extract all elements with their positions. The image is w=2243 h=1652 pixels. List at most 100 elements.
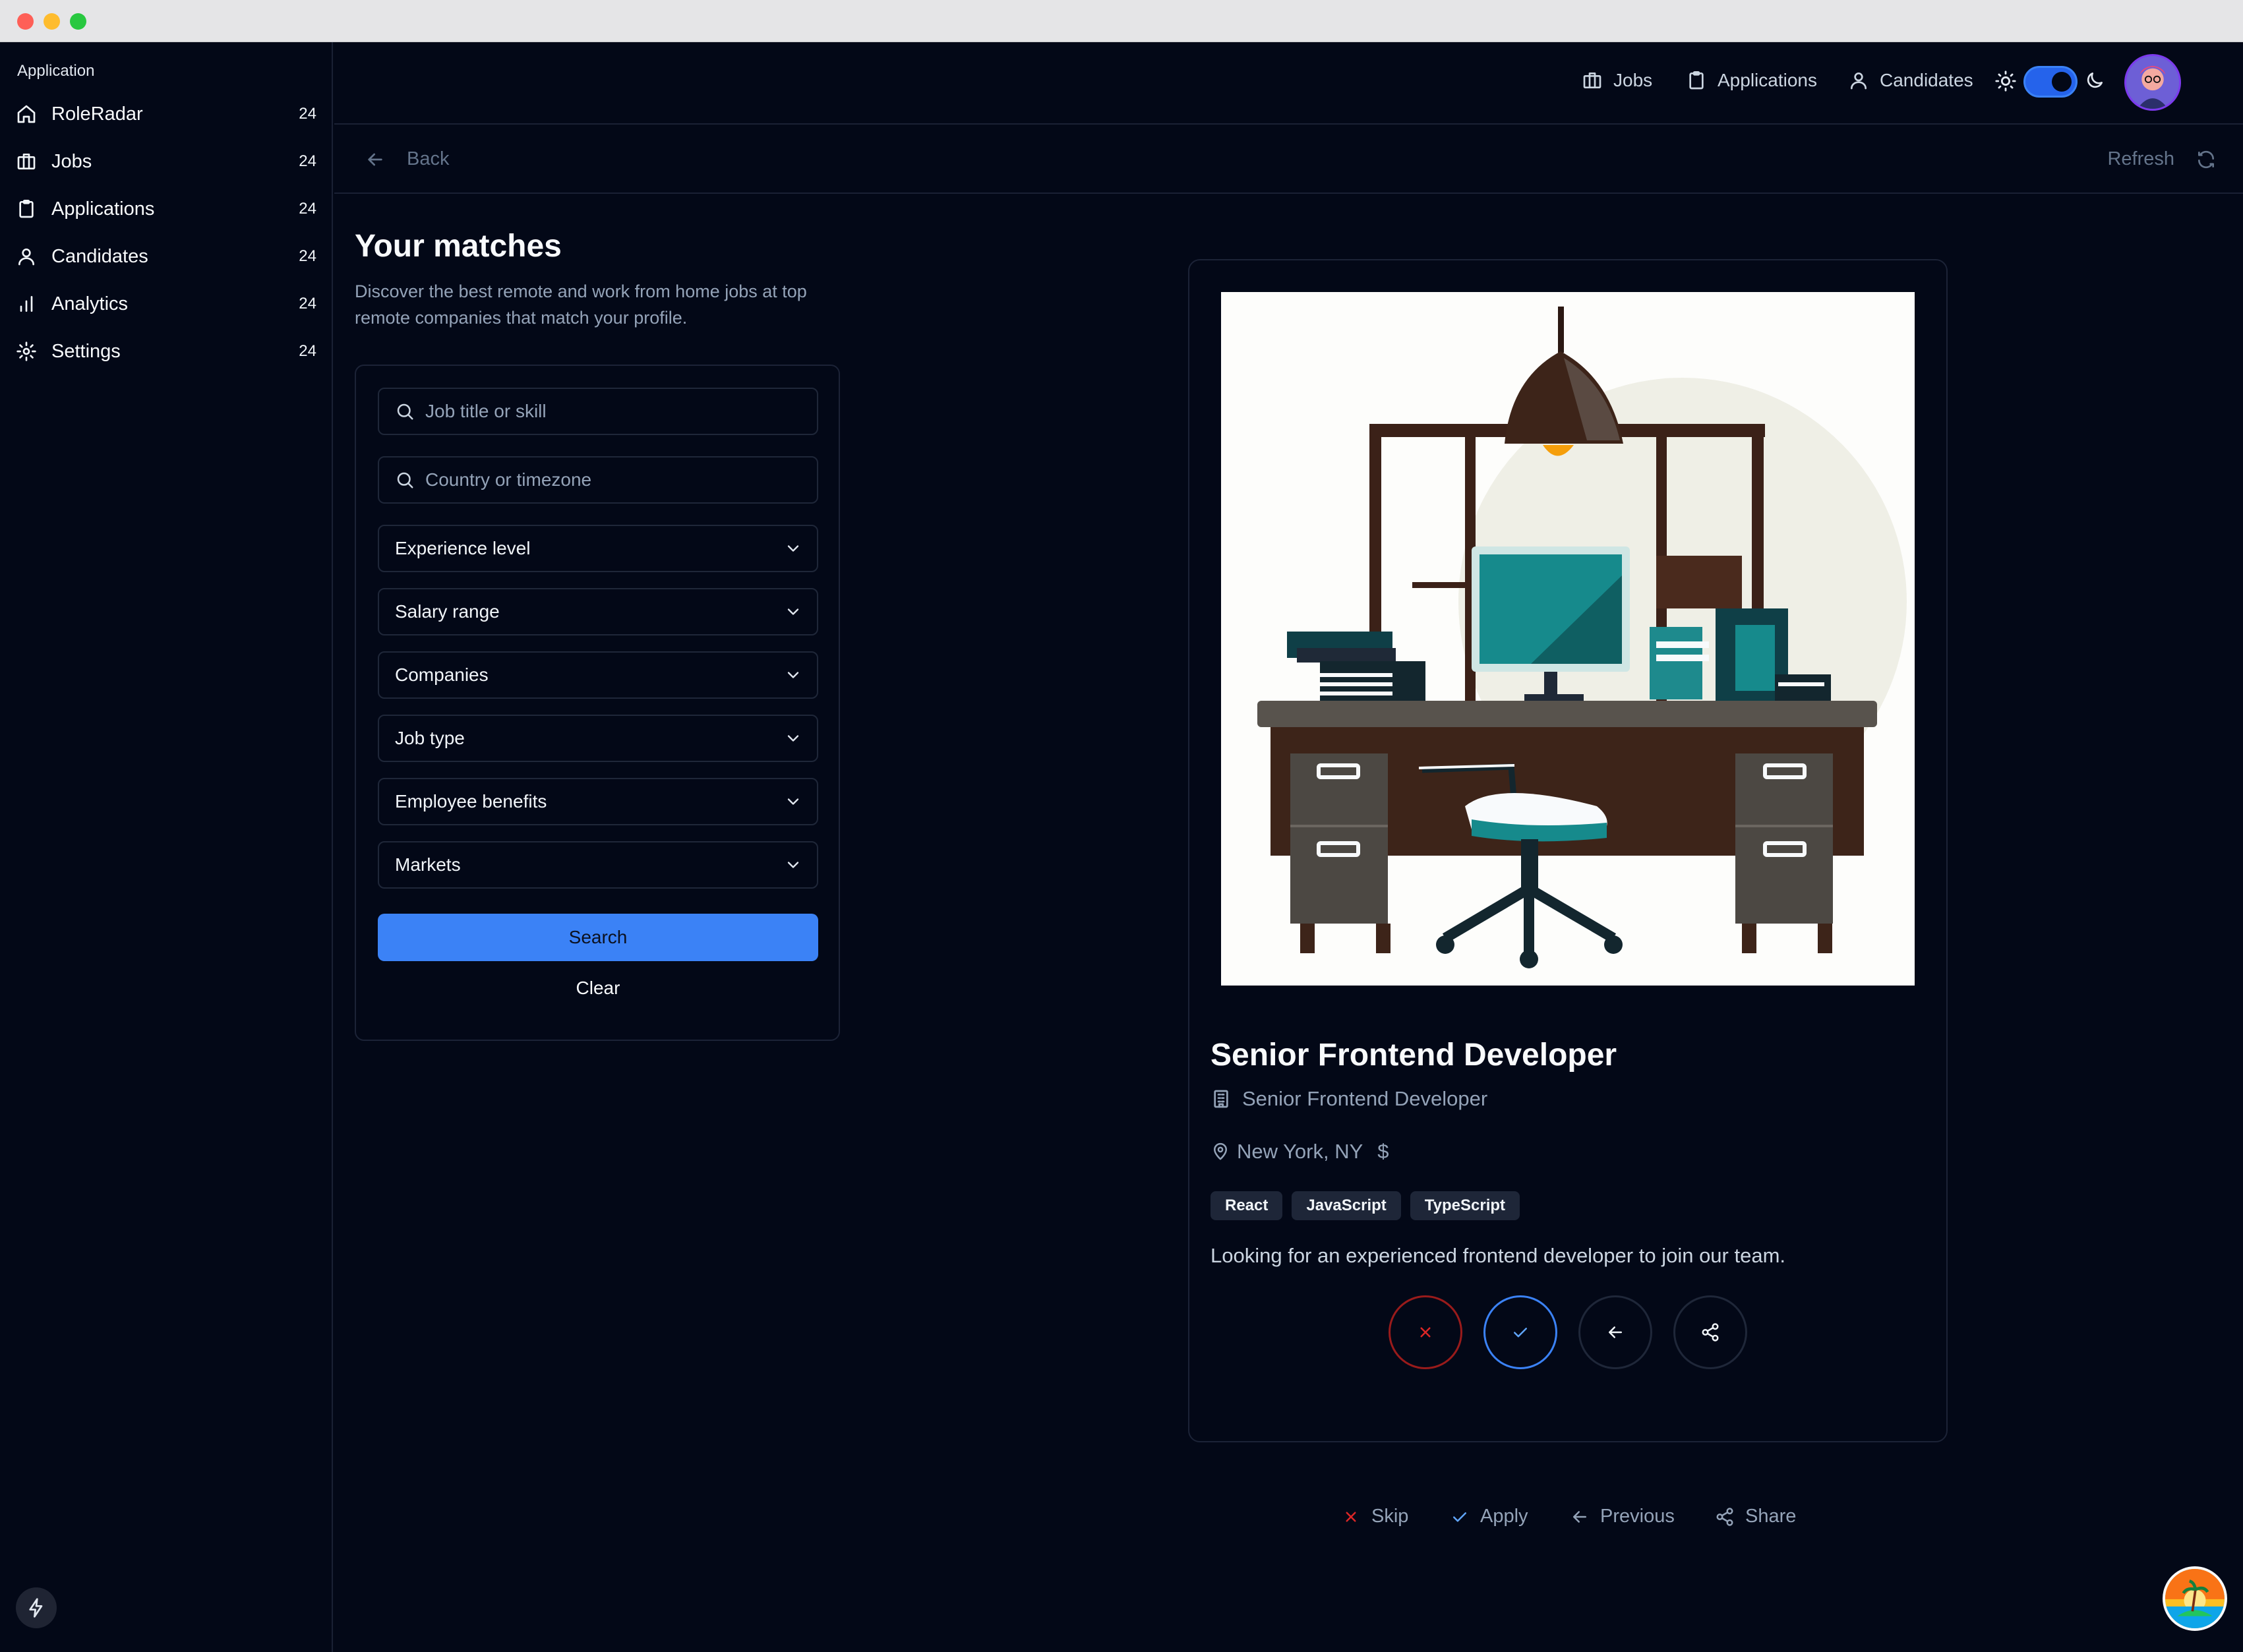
card-action-buttons bbox=[1389, 1295, 1747, 1369]
job-title-placeholder: Job title or skill bbox=[425, 401, 547, 421]
footer-apply-label: Apply bbox=[1480, 1506, 1528, 1527]
sidebar-item-label: Jobs bbox=[51, 150, 92, 172]
filter-panel: Job title or skill Country or timezone E… bbox=[355, 365, 840, 1041]
previous-button[interactable] bbox=[1578, 1295, 1652, 1369]
select-label: Experience level bbox=[395, 538, 531, 558]
markets-select[interactable]: Markets bbox=[378, 841, 818, 889]
sidebar-item-settings[interactable]: Settings 24 bbox=[16, 332, 316, 371]
topnav-jobs[interactable]: Jobs bbox=[1582, 70, 1652, 91]
sun-icon bbox=[1995, 71, 2016, 92]
footer-share[interactable]: Share bbox=[1715, 1506, 1796, 1527]
home-icon bbox=[17, 105, 36, 123]
job-location-text: New York, NY bbox=[1237, 1140, 1363, 1163]
refresh-button[interactable]: Refresh bbox=[2107, 148, 2217, 170]
job-type-select[interactable]: Job type bbox=[378, 715, 818, 762]
chevron-down-icon bbox=[787, 545, 799, 552]
close-icon bbox=[1420, 1327, 1431, 1338]
window-close-button[interactable] bbox=[17, 13, 34, 30]
search-button[interactable]: Search bbox=[378, 914, 818, 961]
job-illustration bbox=[1221, 292, 1915, 986]
footer-previous[interactable]: Previous bbox=[1570, 1506, 1675, 1527]
theme-toggle[interactable] bbox=[2023, 66, 2078, 98]
sidebar-item-label: Settings bbox=[51, 340, 121, 362]
select-label: Employee benefits bbox=[395, 791, 547, 811]
topnav-applications[interactable]: Applications bbox=[1686, 70, 1817, 91]
clear-button[interactable]: Clear bbox=[378, 964, 818, 1012]
select-label: Job type bbox=[395, 728, 465, 748]
chevron-down-icon bbox=[787, 735, 799, 742]
refresh-label: Refresh bbox=[2107, 148, 2174, 169]
salary-icon: $ bbox=[1377, 1140, 1389, 1163]
location-search-input[interactable]: Country or timezone bbox=[378, 456, 818, 504]
skip-button[interactable] bbox=[1389, 1295, 1462, 1369]
sidebar-item-jobs[interactable]: Jobs 24 bbox=[16, 142, 316, 181]
topnav-candidates[interactable]: Candidates bbox=[1848, 70, 1973, 91]
window-titlebar bbox=[0, 0, 2243, 42]
close-icon bbox=[1346, 1512, 1356, 1521]
salary-range-select[interactable]: Salary range bbox=[378, 588, 818, 635]
job-company: Senior Frontend Developer bbox=[1211, 1087, 1487, 1111]
user-icon bbox=[1851, 73, 1867, 90]
footer-apply[interactable]: Apply bbox=[1450, 1506, 1528, 1527]
sidebar-item-candidates[interactable]: Candidates 24 bbox=[16, 237, 316, 276]
select-label: Companies bbox=[395, 664, 489, 685]
back-label: Back bbox=[407, 148, 450, 169]
chevron-down-icon bbox=[787, 608, 799, 615]
assistant-badge-button[interactable] bbox=[2163, 1566, 2227, 1631]
chevron-down-icon bbox=[787, 672, 799, 678]
clipboard-icon bbox=[19, 200, 34, 218]
page-description: Discover the best remote and work from h… bbox=[355, 281, 807, 328]
job-title: Senior Frontend Developer bbox=[1211, 1038, 1617, 1073]
check-icon bbox=[1453, 1512, 1466, 1521]
quick-action-button[interactable] bbox=[16, 1587, 57, 1628]
office-desk-illustration bbox=[1221, 292, 1915, 986]
island-icon bbox=[2165, 1569, 2225, 1628]
briefcase-icon bbox=[17, 154, 36, 169]
employee-benefits-select[interactable]: Employee benefits bbox=[378, 778, 818, 825]
sidebar-item-count: 24 bbox=[299, 247, 316, 265]
job-title-search-input[interactable]: Job title or skill bbox=[378, 388, 818, 435]
sidebar-item-count: 24 bbox=[299, 342, 316, 360]
window-maximize-button[interactable] bbox=[70, 13, 86, 30]
job-description: Looking for an experienced frontend deve… bbox=[1211, 1244, 1786, 1267]
building-icon bbox=[1214, 1090, 1228, 1108]
content-toolbar: Back Refresh bbox=[334, 126, 2243, 194]
sidebar-heading: Application bbox=[17, 62, 95, 80]
clipboard-icon bbox=[1689, 71, 1704, 90]
sidebar-item-applications[interactable]: Applications 24 bbox=[16, 189, 316, 229]
sidebar-item-analytics[interactable]: Analytics 24 bbox=[16, 284, 316, 324]
topnav-label: Applications bbox=[1718, 70, 1817, 90]
share-icon bbox=[1716, 1507, 1733, 1526]
sidebar-item-label: RoleRadar bbox=[51, 103, 143, 125]
window-minimize-button[interactable] bbox=[44, 13, 60, 30]
apply-button[interactable] bbox=[1483, 1295, 1557, 1369]
refresh-icon bbox=[2198, 150, 2214, 168]
bolt-icon bbox=[29, 1598, 43, 1618]
share-button[interactable] bbox=[1673, 1295, 1747, 1369]
footer-previous-label: Previous bbox=[1600, 1506, 1675, 1527]
check-icon bbox=[1514, 1328, 1527, 1338]
footer-skip[interactable]: Skip bbox=[1341, 1506, 1408, 1527]
toggle-knob bbox=[2052, 72, 2072, 92]
location-placeholder: Country or timezone bbox=[425, 469, 592, 490]
sidebar-item-label: Applications bbox=[51, 198, 155, 220]
footer-share-label: Share bbox=[1745, 1506, 1797, 1527]
avatar-illustration bbox=[2126, 56, 2179, 109]
companies-select[interactable]: Companies bbox=[378, 651, 818, 699]
skill-tag: TypeScript bbox=[1410, 1191, 1520, 1220]
select-label: Markets bbox=[395, 854, 461, 875]
job-location: New York, NY $ bbox=[1211, 1140, 1389, 1164]
sidebar: Application RoleRadar 24 Jobs 24 Applica… bbox=[0, 42, 333, 1652]
sidebar-item-label: Analytics bbox=[51, 293, 129, 314]
topnav-label: Candidates bbox=[1880, 70, 1973, 90]
sidebar-item-count: 24 bbox=[299, 152, 316, 170]
job-card: Senior Frontend Developer Senior Fronten… bbox=[1188, 259, 1948, 1442]
sidebar-item-roleradar[interactable]: RoleRadar 24 bbox=[16, 94, 316, 134]
sidebar-item-count: 24 bbox=[299, 295, 316, 312]
user-avatar[interactable] bbox=[2124, 54, 2181, 111]
skill-tags: React JavaScript TypeScript bbox=[1211, 1191, 1520, 1220]
back-button[interactable]: Back bbox=[365, 148, 449, 170]
skill-tag: React bbox=[1211, 1191, 1283, 1220]
bar-chart-icon bbox=[20, 296, 33, 312]
experience-level-select[interactable]: Experience level bbox=[378, 525, 818, 572]
